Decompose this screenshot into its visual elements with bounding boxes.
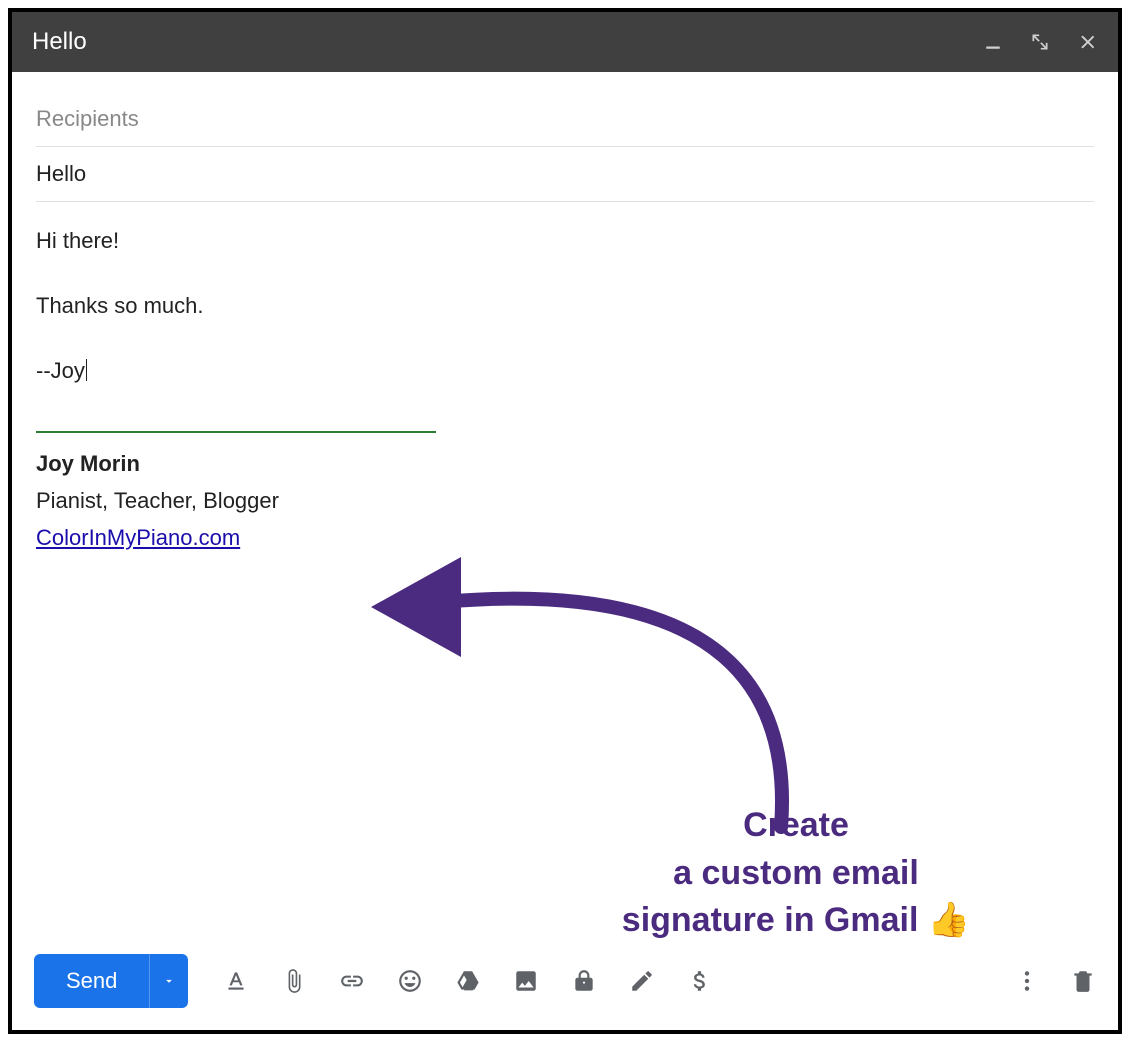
message-body[interactable]: Hi there! Thanks so much. --Joy Joy Mori… [36, 202, 1094, 936]
compose-toolbar: Send [12, 936, 1118, 1030]
image-icon[interactable] [512, 967, 540, 995]
thumbs-up-icon: 👍 [928, 901, 970, 939]
subject-field[interactable]: Hello [36, 147, 1094, 202]
body-line: Hi there! [36, 224, 1094, 257]
titlebar: Hello [12, 12, 1118, 72]
send-button-group: Send [34, 954, 188, 1008]
window-controls [984, 32, 1098, 52]
body-signoff: --Joy [36, 354, 1094, 387]
formatting-icon[interactable] [222, 967, 250, 995]
signature-name: Joy Morin [36, 447, 1094, 480]
pen-icon[interactable] [628, 967, 656, 995]
recipients-field[interactable]: Recipients [36, 92, 1094, 147]
compose-window: Hello Recipients Hello Hi there! Thanks … [8, 8, 1122, 1034]
minimize-icon[interactable] [984, 33, 1002, 51]
signature-role: Pianist, Teacher, Blogger [36, 484, 1094, 517]
send-button[interactable]: Send [34, 954, 149, 1008]
body-line: Thanks so much. [36, 289, 1094, 322]
attach-icon[interactable] [280, 967, 308, 995]
toolbar-right [1014, 968, 1096, 994]
compose-content: Recipients Hello Hi there! Thanks so muc… [12, 72, 1118, 936]
money-icon[interactable] [686, 967, 714, 995]
signature-divider [36, 431, 436, 433]
toolbar-icons [212, 967, 1008, 995]
close-icon[interactable] [1078, 32, 1098, 52]
drive-icon[interactable] [454, 967, 482, 995]
link-icon[interactable] [338, 967, 366, 995]
trash-icon[interactable] [1070, 968, 1096, 994]
text-cursor [86, 359, 87, 381]
annotation-text: Create a custom email signature in Gmail… [506, 802, 1086, 945]
expand-icon[interactable] [1030, 32, 1050, 52]
emoji-icon[interactable] [396, 967, 424, 995]
send-more-button[interactable] [149, 954, 188, 1008]
more-options-icon[interactable] [1014, 968, 1040, 994]
window-title: Hello [32, 28, 984, 56]
confidential-icon[interactable] [570, 967, 598, 995]
signature-link[interactable]: ColorInMyPiano.com [36, 525, 240, 550]
